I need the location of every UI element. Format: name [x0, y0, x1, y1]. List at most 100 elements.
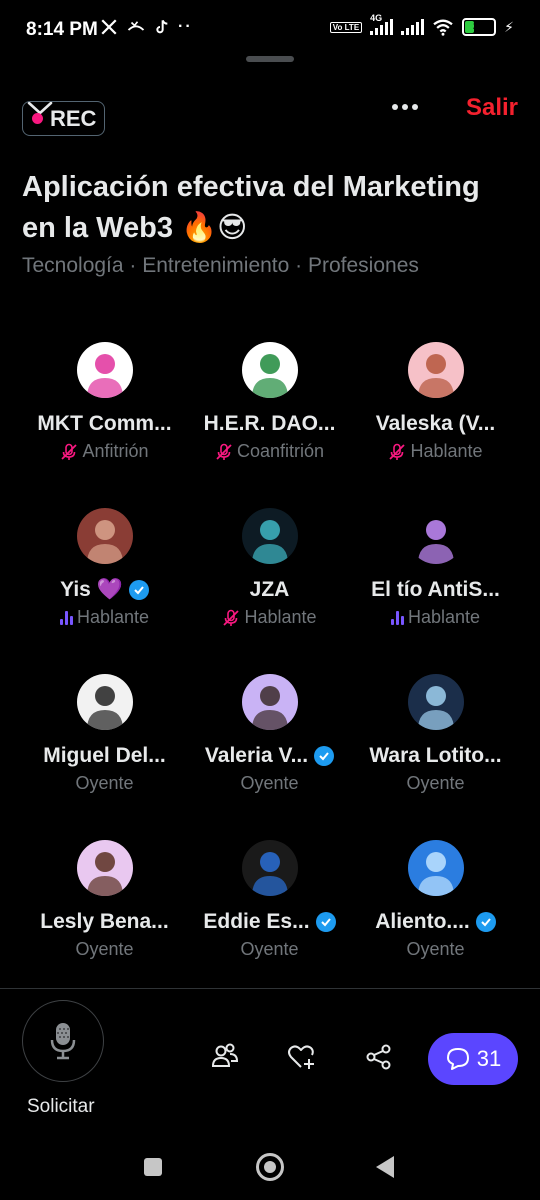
participant[interactable]: Eddie Es... Oyente: [187, 840, 352, 960]
participant-role-row: Anfitrión: [22, 441, 187, 462]
participant[interactable]: Lesly Bena... Oyente: [22, 840, 187, 960]
participant-name: Eddie Es...: [203, 910, 310, 933]
participant-role-row: Hablante: [22, 607, 187, 628]
participant-role: Oyente: [75, 939, 134, 959]
participant-role: Oyente: [406, 939, 465, 959]
back-icon[interactable]: [376, 1156, 394, 1178]
wifi-icon: [433, 19, 453, 36]
participant-name-row: Lesly Bena...: [22, 910, 187, 934]
participant-role: Oyente: [406, 773, 465, 793]
mic-off-icon: [61, 443, 78, 460]
participant-name-row: H.E.R. DAO...: [187, 412, 352, 436]
participant-role-row: Hablante: [353, 607, 518, 628]
missed-call-icon: [127, 21, 145, 31]
chat-count: 31: [476, 1046, 502, 1071]
participant[interactable]: JZA Hablante: [187, 508, 352, 628]
participant-role-row: Oyente: [353, 773, 518, 794]
participant-role: Hablante: [407, 607, 481, 627]
more-dots-icon: ··: [178, 18, 193, 35]
avatar[interactable]: [407, 840, 464, 896]
avatar[interactable]: [407, 342, 464, 398]
recording-dot-icon: [32, 113, 43, 124]
battery-level: 32: [473, 21, 486, 33]
participant-name: MKT Comm...: [37, 412, 172, 435]
participant-role: Hablante: [244, 607, 317, 627]
status-right: Vo LTE 4G 32 ⚡: [329, 13, 514, 36]
avatar[interactable]: [241, 342, 298, 398]
avatar[interactable]: [407, 508, 464, 564]
participant-role-row: Hablante: [353, 441, 518, 462]
participant-role-row: Oyente: [187, 939, 352, 960]
home-icon[interactable]: [256, 1153, 284, 1181]
speaking-icon: [390, 610, 404, 625]
avatar[interactable]: [241, 508, 298, 564]
participant[interactable]: Valeria V... Oyente: [187, 674, 352, 794]
request-mic-button[interactable]: [22, 1000, 104, 1082]
participant[interactable]: H.E.R. DAO... Coanfitrión: [187, 342, 352, 462]
chat-button[interactable]: 31: [428, 1033, 518, 1085]
verified-badge-icon: [475, 912, 496, 932]
network-type: 4G: [370, 13, 383, 23]
participant-name: Yis 💜: [60, 578, 123, 601]
participant-name: H.E.R. DAO...: [203, 412, 336, 435]
participant-name: Aliento....: [375, 910, 470, 933]
participant[interactable]: Valeska (V... Hablante: [353, 342, 518, 462]
participant-role-row: Oyente: [187, 773, 352, 794]
participant-name-row: Yis 💜: [22, 578, 187, 602]
participant-name-row: MKT Comm...: [22, 412, 187, 436]
recording-label: REC: [50, 105, 97, 131]
speaking-icon: [59, 610, 73, 625]
participant-role-row: Oyente: [353, 939, 518, 960]
participant[interactable]: Wara Lotito... Oyente: [353, 674, 518, 794]
tiktok-icon: [156, 19, 168, 34]
participant-name-row: Valeska (V...: [353, 412, 518, 436]
signal-4g-icon: 4G: [370, 13, 394, 35]
avatar[interactable]: [241, 674, 298, 730]
participant[interactable]: El tío AntiS... Hablante: [353, 508, 518, 628]
participant[interactable]: Aliento.... Oyente: [353, 840, 518, 960]
battery-icon: 32: [462, 18, 497, 36]
mic-off-icon: [389, 443, 406, 460]
participant-name-row: Valeria V...: [187, 744, 352, 768]
participant-role: Hablante: [76, 607, 150, 627]
share-icon[interactable]: [364, 1042, 394, 1072]
avatar[interactable]: [241, 840, 298, 896]
avatar[interactable]: [76, 674, 133, 730]
volte-icon: Vo LTE: [329, 21, 363, 33]
space-topics: Tecnología · Entretenimiento · Profesion…: [22, 254, 419, 277]
avatar[interactable]: [76, 840, 133, 896]
system-nav-bar: [0, 1140, 540, 1200]
participant-name: JZA: [249, 578, 290, 601]
verified-badge-icon: [314, 746, 335, 766]
participant[interactable]: Yis 💜 Hablante: [22, 508, 187, 628]
participant-name: Miguel Del...: [43, 744, 166, 767]
participant-name-row: Eddie Es...: [187, 910, 352, 934]
avatar[interactable]: [76, 508, 133, 564]
request-label: Solicitar: [27, 1096, 95, 1117]
participant-name: Lesly Bena...: [40, 910, 169, 933]
space-title: Aplicación efectiva del Marketing en la …: [22, 171, 480, 244]
participant-name: Valeska (V...: [375, 412, 496, 435]
more-options-icon[interactable]: [392, 104, 418, 110]
recents-icon[interactable]: [144, 1158, 162, 1176]
notification-icons: ··: [100, 18, 193, 36]
avatar[interactable]: [76, 342, 133, 398]
drag-handle[interactable]: [246, 56, 294, 62]
participant-role-row: Oyente: [22, 773, 187, 794]
participant[interactable]: MKT Comm... Anfitrión: [22, 342, 187, 462]
people-icon[interactable]: [210, 1042, 240, 1072]
participant-name-row: JZA: [187, 578, 352, 602]
participant-name: Valeria V...: [204, 744, 309, 767]
participant[interactable]: Miguel Del... Oyente: [22, 674, 187, 794]
participant-name-row: Miguel Del...: [22, 744, 187, 768]
participant-role: Oyente: [240, 939, 299, 959]
x-logo-icon: [101, 19, 117, 35]
status-time: 8:14 PM: [26, 19, 98, 40]
avatar[interactable]: [407, 674, 464, 730]
exit-button[interactable]: Salir: [466, 94, 518, 122]
participant-role-row: Oyente: [22, 939, 187, 960]
divider: [0, 988, 540, 989]
participant-role-row: Hablante: [187, 607, 352, 628]
participant-name: El tío AntiS...: [371, 578, 500, 601]
heart-plus-icon[interactable]: [286, 1042, 316, 1072]
